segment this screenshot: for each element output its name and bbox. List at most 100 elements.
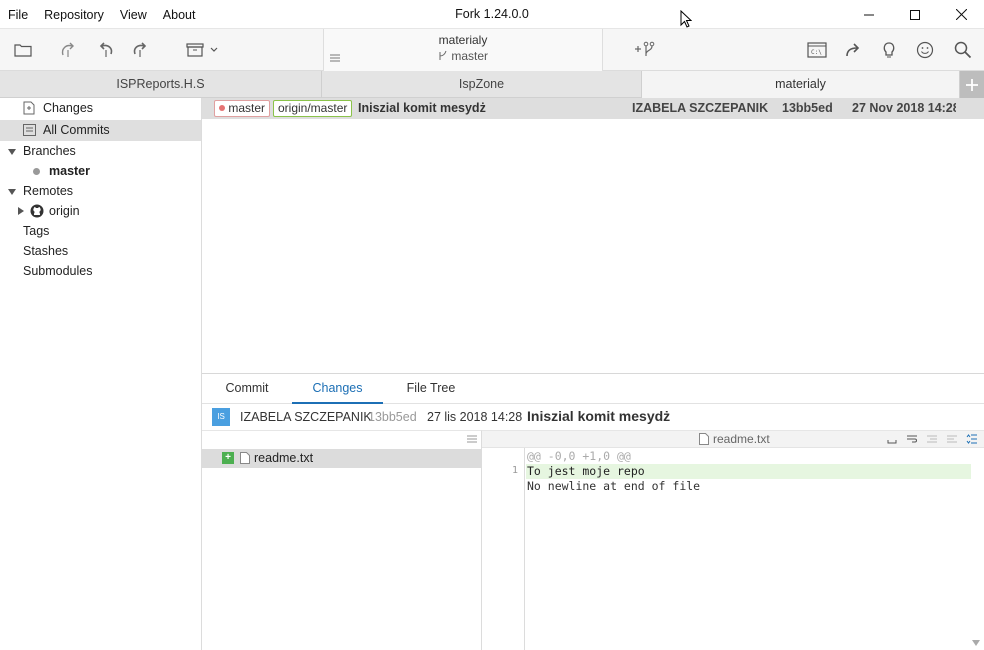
tab-ispzone[interactable]: IspZone [322,71,642,98]
chevron-down-icon [210,47,218,52]
menu-repository[interactable]: Repository [36,8,112,22]
close-button[interactable] [938,0,984,29]
pull-icon [99,42,113,57]
commit-hash: 13bb5ed [782,101,833,115]
open-in-explorer-button[interactable] [840,38,866,62]
commit-row[interactable]: master origin/master Iniszial komit mesy… [202,98,984,119]
sidebar-section-tags[interactable]: Tags [0,221,201,242]
sidebar-section-submodules[interactable]: Submodules [0,261,201,282]
push-button[interactable] [128,38,154,62]
new-branch-button[interactable] [632,38,658,62]
menu-about[interactable]: About [155,8,204,22]
tab-materialy[interactable]: materialy [642,71,960,98]
sidebar-item-remote-origin[interactable]: origin [0,201,201,222]
search-button[interactable] [950,38,976,62]
list-icon [330,54,340,62]
github-icon [30,204,44,218]
avatar: IS [212,408,230,426]
detail-hash[interactable]: 13bb5ed [368,410,417,424]
repository-name: materialy [438,33,488,47]
commit-message: Iniszial komit mesydż [358,101,486,115]
stash-button[interactable] [180,38,224,62]
share-arrow-icon [846,43,860,57]
smiley-icon [916,41,934,59]
file-icon [699,433,709,445]
maximize-button[interactable] [892,0,938,29]
sidebar: Changes All Commits Branches master Remo… [0,98,202,650]
lightbulb-icon [883,42,895,58]
branch-badge-origin-master[interactable]: origin/master [273,100,353,117]
mouse-cursor-icon [680,10,692,28]
svg-text:C:\: C:\ [811,49,822,56]
changed-file-row[interactable]: + readme.txt [202,449,481,468]
detail-author: IZABELA SZCZEPANIK [240,410,372,424]
tab-ispreports[interactable]: ISPReports.H.S [0,71,322,98]
diff-hunk-header: @@ -0,0 +1,0 @@ [527,449,631,463]
current-branch: master [324,49,602,63]
git-flow-button[interactable] [876,38,902,62]
file-changes-icon [23,101,35,115]
whitespace-toggle-icon[interactable] [887,435,897,445]
commit-date: 27 Nov 2018 14:28 [852,101,956,115]
add-branch-icon [635,41,655,56]
open-terminal-button[interactable]: C:\ [804,38,830,62]
repository-tabs: ISPReports.H.S IspZone materialy [0,71,984,98]
push-icon [133,42,147,57]
archive-icon [186,43,204,57]
detail-tabs: Commit Changes File Tree [202,374,984,404]
wrap-lines-icon[interactable] [906,434,918,444]
sidebar-item-all-commits[interactable]: All Commits [0,120,201,141]
list-options-icon [467,435,477,443]
sidebar-section-stashes[interactable]: Stashes [0,241,201,262]
line-number: 1 [511,465,518,476]
fetch-icon [61,42,74,57]
detail-message: Iniszial komit mesydż [527,408,671,424]
changed-file-name: readme.txt [254,451,314,465]
changed-files-pane: + readme.txt [202,430,482,650]
file-added-icon: + [222,452,234,464]
sidebar-section-branches[interactable]: Branches [0,141,201,162]
open-folder-button[interactable] [10,38,36,62]
menu-file[interactable]: File [0,8,36,22]
branch-dot-icon [219,105,225,111]
branch-icon [439,50,447,60]
repository-selector[interactable]: materialy master [323,29,603,71]
expanded-triangle-icon [8,149,16,155]
diff-header: readme.txt [482,431,984,448]
feedback-button[interactable] [912,38,938,62]
tab-file-tree[interactable]: File Tree [397,374,465,404]
menu-view[interactable]: View [112,8,155,22]
expanded-triangle-icon [8,189,16,195]
plus-icon [966,78,978,91]
commit-details-header: IS IZABELA SZCZEPANIK 13bb5ed 27 lis 201… [202,405,984,430]
collapsed-triangle-icon [18,207,24,215]
minimize-button[interactable] [846,0,892,29]
sidebar-item-branch-master[interactable]: master [0,161,201,182]
toolbar: materialy master C:\ [0,29,984,71]
commit-list: master origin/master Iniszial komit mesy… [202,98,984,373]
menu-bar: File Repository View About [0,0,203,29]
branch-badge-master[interactable]: master [214,100,271,117]
tab-commit[interactable]: Commit [212,374,282,404]
diff-mode-icon[interactable] [966,433,978,445]
collapse-lines-icon[interactable] [926,434,938,444]
search-icon [954,41,972,59]
terminal-icon: C:\ [807,42,827,58]
add-tab-button[interactable] [960,71,984,98]
diff-no-newline-note: No newline at end of file [527,479,701,493]
folder-icon [14,44,32,57]
branch-dot-icon [33,168,40,175]
scroll-down-arrow-icon[interactable] [972,640,980,646]
diff-viewer: readme.txt 1 @@ -0,0 +1,0 @@ To jest moj… [482,430,984,650]
tab-changes[interactable]: Changes [292,374,383,404]
sidebar-item-changes[interactable]: Changes [0,98,201,119]
file-icon [240,452,250,464]
diff-added-line[interactable]: To jest moje repo [526,464,971,479]
pull-button[interactable] [92,38,118,62]
fetch-button[interactable] [56,38,82,62]
commits-list-icon [23,124,36,136]
sidebar-section-remotes[interactable]: Remotes [0,181,201,202]
diff-filename: readme.txt [713,432,770,446]
expand-lines-icon[interactable] [946,434,958,444]
detail-date: 27 lis 2018 14:28 [427,410,523,424]
